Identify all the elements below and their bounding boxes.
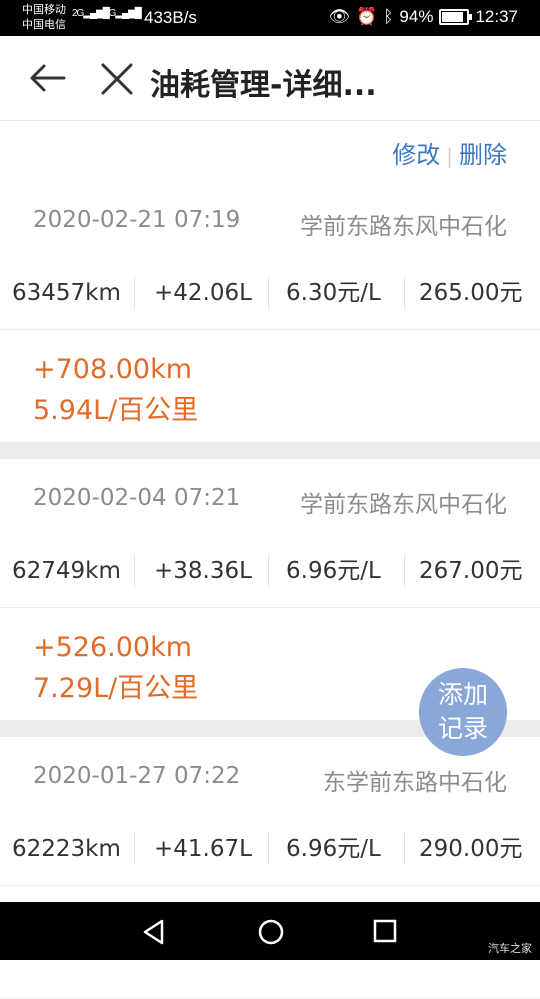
battery-fill [442, 12, 464, 22]
record-date: 2020-01-27 07:22 [33, 763, 241, 789]
carrier-1: 中国移动 [22, 4, 66, 16]
record-station: 学前东路东风中石化 [300, 214, 507, 240]
status-bar: 中国移动 中国电信 2G▂▄▆█ 4G▂▄▆█ 433B/s 👁 ⏰ ᛒ 94%… [0, 0, 540, 36]
record-station: 东学前东路中石化 [323, 770, 507, 796]
record-distance: +526.00km [33, 632, 193, 663]
record-odometer: 62223km [12, 836, 121, 862]
record-consumption: 5.94L/百公里 [33, 395, 199, 426]
record-total: 265.00元 [419, 280, 523, 306]
clock: 12:37 [475, 7, 518, 26]
system-nav-bar: 汽车之家 [0, 902, 540, 960]
carrier-2: 中国电信 [22, 19, 66, 31]
record-summary: +708.00km 5.94L/百公里 [0, 330, 540, 443]
record-separator [0, 443, 540, 459]
stat-divider [404, 555, 405, 587]
signal-2g-label: 2G [72, 8, 84, 19]
stat-divider [134, 277, 135, 309]
stat-divider [134, 833, 135, 865]
nav-back-icon[interactable] [140, 918, 168, 946]
app-header: 油耗管理-详细... [0, 36, 540, 121]
record-list: 修改 | 删除 2020-02-21 07:19 学前东路东风中石化 63457km… [0, 121, 540, 999]
stat-divider [268, 833, 269, 865]
signal-4g-label: 4G [104, 8, 116, 19]
eye-comfort-icon: 👁 [328, 7, 351, 26]
stat-divider [404, 833, 405, 865]
status-right: 👁 ⏰ ᛒ 94% 12:37 [328, 7, 518, 27]
network-speed: 433B/s [144, 8, 197, 27]
record-price: 6.96元/L [286, 836, 381, 862]
record-item[interactable]: 2020-02-21 07:19 学前东路东风中石化 63457km +42.0… [0, 181, 540, 443]
stat-divider [268, 555, 269, 587]
add-record-label-1: 添加 [437, 680, 488, 709]
record-distance: +708.00km [33, 354, 193, 385]
record-price: 6.30元/L [286, 280, 381, 306]
record-stats: 62749km +38.36L 6.96元/L 267.00元 [0, 539, 540, 608]
record-header: 2020-02-21 07:19 学前东路东风中石化 [0, 181, 540, 261]
stat-divider [268, 277, 269, 309]
back-arrow-icon[interactable] [28, 62, 68, 94]
watermark: 汽车之家 [488, 942, 532, 955]
stat-divider [404, 277, 405, 309]
battery-percent: 94% [399, 7, 434, 26]
page-title: 油耗管理-详细... [150, 68, 377, 103]
record-odometer: 62749km [12, 558, 121, 584]
record-total: 267.00元 [419, 558, 523, 584]
signal-4g-icon: 4G▂▄▆█ [104, 8, 142, 19]
record-date: 2020-02-21 07:19 [33, 207, 241, 233]
add-record-label-2: 记录 [437, 714, 488, 743]
record-stats: 63457km +42.06L 6.30元/L 265.00元 [0, 261, 540, 330]
record-consumption: 7.29L/百公里 [33, 673, 199, 704]
alarm-icon: ⏰ [356, 7, 378, 26]
close-icon[interactable] [100, 62, 134, 96]
carrier-info: 中国移动 中国电信 [22, 3, 66, 33]
bluetooth-icon: ᛒ [383, 7, 394, 26]
record-stats: 62223km +41.67L 6.96元/L 290.00元 [0, 817, 540, 886]
delete-button[interactable]: 删除 [459, 141, 507, 169]
record-price: 6.96元/L [286, 558, 381, 584]
toolbar-separator: | [446, 144, 453, 168]
toolbar-actions: 修改 | 删除 [392, 135, 507, 170]
record-fuel: +38.36L [154, 558, 252, 584]
record-header: 2020-02-04 07:21 学前东路东风中石化 [0, 459, 540, 539]
battery-icon [439, 9, 473, 25]
record-odometer: 63457km [12, 280, 121, 306]
stat-divider [134, 555, 135, 587]
record-total: 290.00元 [419, 836, 523, 862]
record-fuel: +41.67L [154, 836, 252, 862]
record-station: 学前东路东风中石化 [300, 492, 507, 518]
nav-home-icon[interactable] [257, 918, 285, 946]
edit-button[interactable]: 修改 [392, 141, 440, 169]
record-date: 2020-02-04 07:21 [33, 485, 241, 511]
nav-recents-icon[interactable] [372, 918, 398, 944]
record-toolbar: 修改 | 删除 [0, 121, 540, 181]
add-record-button[interactable]: 添加 记录 [419, 668, 507, 756]
record-fuel: +42.06L [154, 280, 252, 306]
